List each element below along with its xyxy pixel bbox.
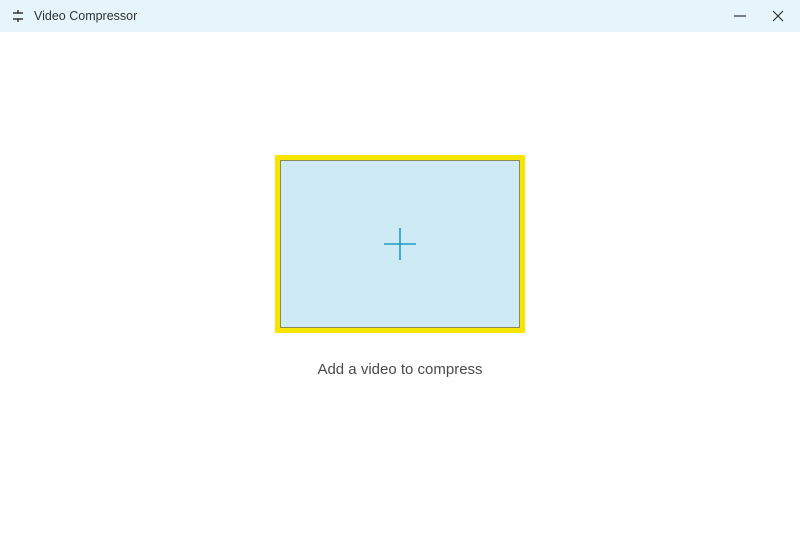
- minimize-icon: [733, 9, 747, 23]
- close-button[interactable]: [768, 6, 788, 26]
- plus-icon: [380, 224, 420, 264]
- close-icon: [771, 9, 785, 23]
- compressor-icon: [10, 8, 26, 24]
- titlebar: Video Compressor: [0, 0, 800, 32]
- add-video-prompt: Add a video to compress: [317, 361, 482, 378]
- main-area: Add a video to compress: [0, 32, 800, 540]
- titlebar-left: Video Compressor: [10, 8, 137, 24]
- dropzone-inner: [280, 160, 520, 328]
- window-controls: [730, 6, 788, 26]
- app-title: Video Compressor: [34, 9, 137, 23]
- minimize-button[interactable]: [730, 6, 750, 26]
- add-video-dropzone[interactable]: [275, 155, 525, 333]
